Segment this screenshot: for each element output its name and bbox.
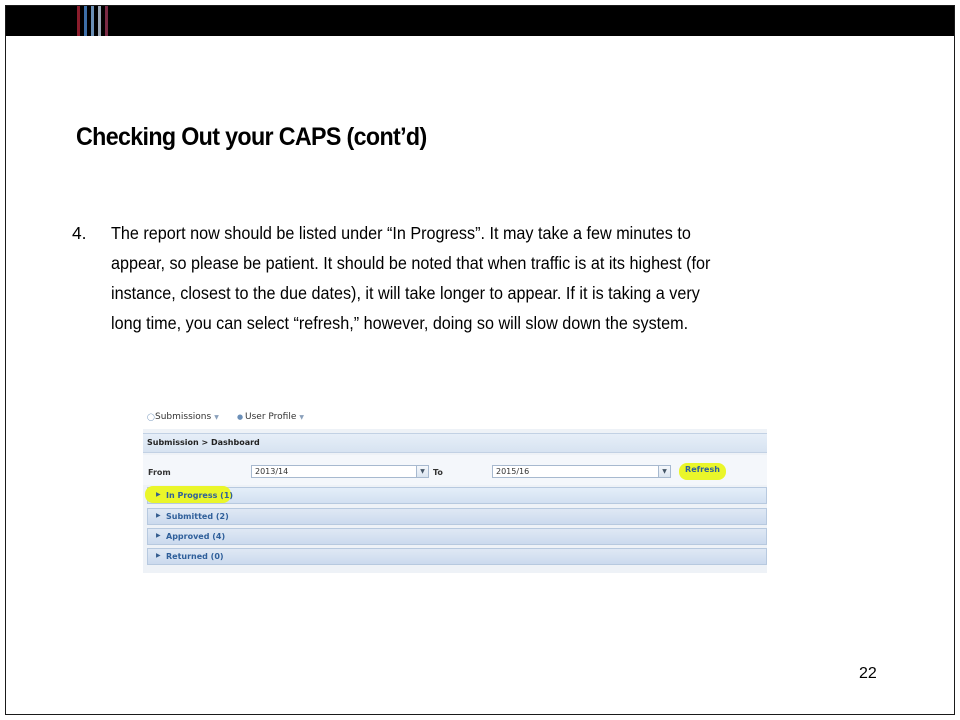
breadcrumb: Submission > Dashboard (143, 433, 767, 453)
to-select-value: 2015/16 (496, 467, 530, 476)
to-label: To (433, 468, 443, 477)
top-banner (6, 6, 954, 36)
accordion-approved[interactable]: ▶ Approved (4) (147, 528, 767, 545)
list-item-text: The report now should be listed under “I… (111, 218, 871, 338)
accordion-label: Submitted (2) (166, 512, 229, 521)
accordion-submitted[interactable]: ▶ Submitted (2) (147, 508, 767, 525)
accordion-label: In Progress (1) (166, 491, 234, 500)
banner-stripe (91, 6, 94, 36)
embedded-screenshot: ◯Submissions ▼ ● User Profile ▼ Submission … (143, 407, 767, 573)
chevron-right-icon: ▶ (156, 512, 161, 519)
from-label: From (148, 468, 171, 477)
app-menu-bar: ◯Submissions ▼ ● User Profile ▼ (143, 407, 767, 429)
submissions-icon: ◯ (147, 413, 155, 421)
accordion-label: Approved (4) (166, 532, 226, 541)
chevron-down-icon: ▼ (214, 414, 219, 421)
menu-submissions[interactable]: ◯Submissions ▼ (147, 412, 219, 422)
chevron-down-icon: ▼ (299, 414, 304, 421)
from-select-value: 2013/14 (255, 467, 289, 476)
user-icon: ● (237, 413, 244, 421)
paragraph-line: instance, closest to the due dates), it … (111, 283, 700, 303)
menu-submissions-label: Submissions (155, 412, 212, 422)
banner-stripe (98, 6, 101, 36)
accordion-returned[interactable]: ▶ Returned (0) (147, 548, 767, 565)
chevron-down-icon[interactable]: ▼ (416, 466, 428, 477)
chevron-down-icon[interactable]: ▼ (658, 466, 670, 477)
refresh-button[interactable]: Refresh (679, 463, 726, 480)
paragraph-line: long time, you can select “refresh,” how… (111, 313, 689, 333)
page-number: 22 (859, 665, 877, 682)
from-select[interactable]: 2013/14 ▼ (251, 465, 429, 478)
accordion-in-progress-header[interactable]: ▶ In Progress (1) (147, 487, 767, 504)
slide-title: Checking Out your CAPS (cont’d) (76, 123, 427, 151)
paragraph-line: appear, so please be patient. It should … (111, 253, 711, 273)
menu-user-profile[interactable]: ● User Profile ▼ (237, 412, 304, 422)
chevron-right-icon: ▶ (156, 552, 161, 559)
breadcrumb-text: Submission > Dashboard (147, 438, 260, 447)
list-item-number: 4. (72, 223, 87, 243)
accordion-label: Returned (0) (166, 552, 224, 561)
refresh-button-label: Refresh (685, 465, 720, 474)
menu-user-profile-label: User Profile (245, 412, 297, 422)
chevron-right-icon: ▶ (156, 491, 161, 498)
slide: Checking Out your CAPS (cont’d) 4. The r… (5, 5, 955, 715)
paragraph-line: The report now should be listed under “I… (111, 223, 691, 243)
filter-row: From 2013/14 ▼ To 2015/16 ▼ (143, 455, 767, 485)
banner-stripe (77, 6, 80, 36)
banner-stripe (105, 6, 108, 36)
to-select[interactable]: 2015/16 ▼ (492, 465, 671, 478)
chevron-right-icon: ▶ (156, 532, 161, 539)
banner-stripe (84, 6, 87, 36)
